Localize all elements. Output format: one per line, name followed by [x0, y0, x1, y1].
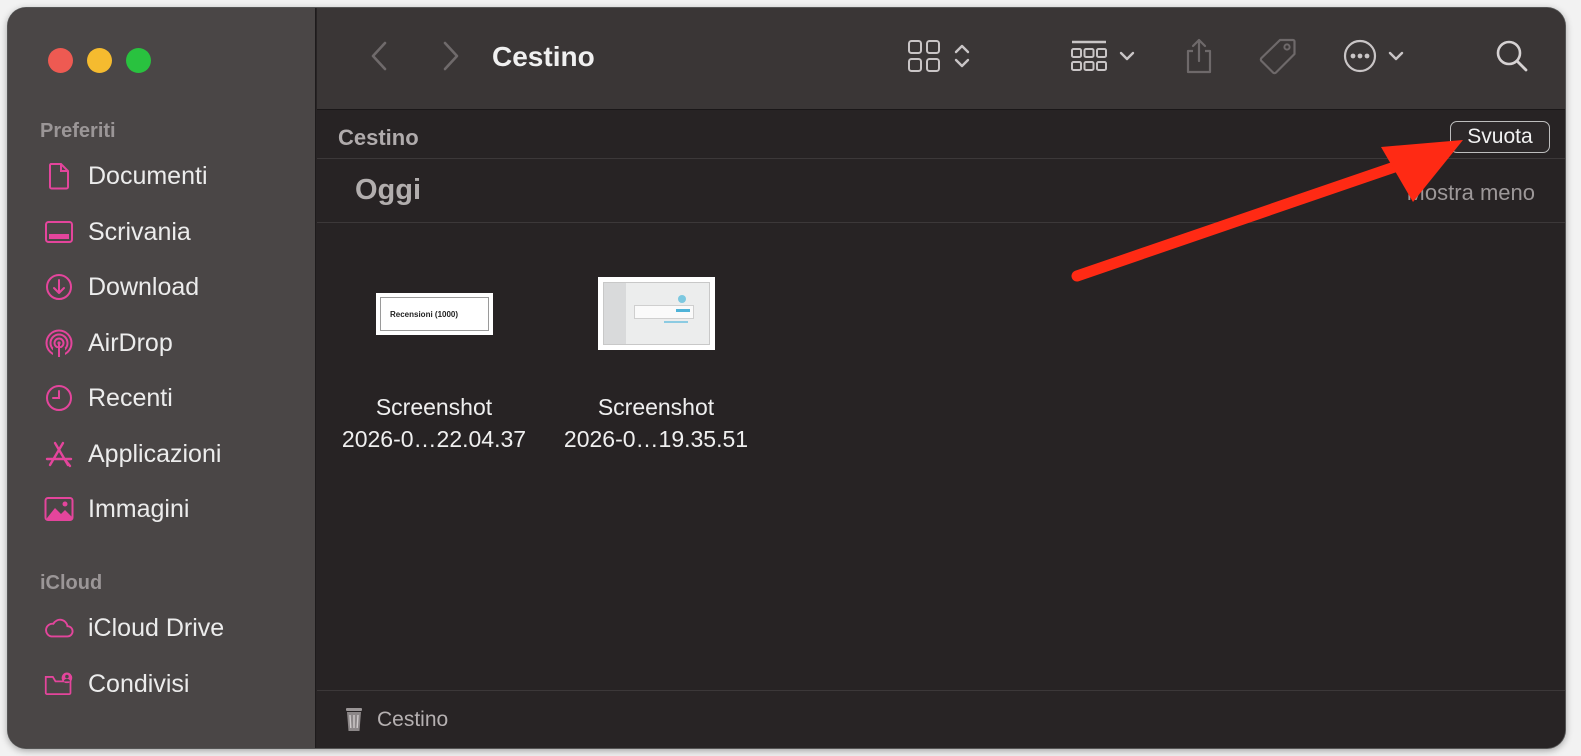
- sidebar-item-scrivania[interactable]: Scrivania: [44, 212, 304, 252]
- file-name-line2: 2026-0…19.35.51: [563, 426, 749, 452]
- group-header-today: Oggi Mostra meno: [317, 160, 1565, 223]
- file-item[interactable]: Screenshot 2026-0…22.04.37: [324, 391, 544, 455]
- minimize-window-button[interactable]: [87, 48, 112, 73]
- trash-icon: [343, 705, 365, 738]
- finder-window: Preferiti Documenti Scrivania Download A…: [8, 8, 1565, 748]
- grouped-grid-icon: [1070, 39, 1108, 78]
- document-icon: [44, 161, 74, 191]
- sidebar-item-airdrop[interactable]: AirDrop: [44, 323, 304, 363]
- share-button[interactable]: [1177, 36, 1221, 80]
- more-actions-button[interactable]: [1335, 36, 1413, 80]
- sidebar-item-recenti[interactable]: Recenti: [44, 378, 304, 418]
- sidebar-item-icloud-drive[interactable]: iCloud Drive: [44, 608, 304, 648]
- cloud-icon: [44, 613, 74, 643]
- ellipsis-circle-icon: [1343, 39, 1377, 78]
- applications-icon: [44, 439, 74, 469]
- sidebar-item-label: iCloud Drive: [88, 613, 225, 642]
- trash-header-bar: Cestino Svuota: [317, 111, 1565, 159]
- chevron-right-icon: [441, 40, 461, 77]
- tag-button[interactable]: [1253, 36, 1303, 80]
- sidebar-item-label: Condivisi: [88, 669, 190, 698]
- icloud-header: iCloud: [40, 572, 103, 594]
- clock-icon: [44, 383, 74, 413]
- sidebar-item-label: Immagini: [88, 494, 190, 523]
- share-icon: [1183, 37, 1215, 80]
- favorites-header: Preferiti: [40, 120, 116, 142]
- group-by-button[interactable]: [1061, 36, 1145, 80]
- file-thumbnail[interactable]: Recensioni (1000): [376, 293, 493, 335]
- chevron-down-icon: [1118, 49, 1136, 68]
- airdrop-icon: [44, 328, 74, 358]
- sidebar-item-documenti[interactable]: Documenti: [44, 156, 304, 196]
- back-button[interactable]: [359, 36, 399, 80]
- sidebar-item-download[interactable]: Download: [44, 267, 304, 307]
- window-title: Cestino: [492, 41, 595, 72]
- group-title: Oggi: [355, 174, 422, 206]
- close-window-button[interactable]: [48, 48, 73, 73]
- file-thumbnail[interactable]: [598, 277, 715, 350]
- download-icon: [44, 272, 74, 302]
- search-icon: [1495, 39, 1529, 78]
- forward-button[interactable]: [431, 36, 471, 80]
- sidebar-item-label: Scrivania: [88, 217, 191, 246]
- search-button[interactable]: [1489, 36, 1535, 80]
- file-item[interactable]: Screenshot 2026-0…19.35.51: [546, 391, 766, 455]
- tag-icon: [1258, 36, 1298, 81]
- window-controls: [48, 48, 151, 73]
- chevron-left-icon: [369, 40, 389, 77]
- desktop-icon: [44, 217, 74, 247]
- sidebar-item-condivisi[interactable]: Condivisi: [44, 664, 304, 704]
- sidebar-item-label: Download: [88, 272, 200, 301]
- status-text: Cestino: [377, 708, 449, 731]
- chevron-updown-icon: [953, 41, 971, 76]
- shared-folder-icon: [44, 669, 74, 699]
- status-bar: Cestino: [317, 690, 1565, 748]
- empty-trash-button[interactable]: Svuota: [1450, 121, 1550, 153]
- sidebar-item-label: Applicazioni: [88, 439, 222, 468]
- file-name-line1: Screenshot: [597, 394, 715, 420]
- trash-title: Cestino: [338, 125, 419, 150]
- zoom-window-button[interactable]: [126, 48, 151, 73]
- chevron-down-icon: [1387, 49, 1405, 68]
- sidebar-item-label: Documenti: [88, 161, 208, 190]
- file-name-line1: Screenshot: [375, 394, 493, 420]
- sidebar-item-applicazioni[interactable]: Applicazioni: [44, 434, 304, 474]
- sidebar-item-immagini[interactable]: Immagini: [44, 489, 304, 529]
- sidebar-item-label: AirDrop: [88, 328, 173, 357]
- toolbar: Cestino: [317, 8, 1565, 110]
- sidebar: Preferiti Documenti Scrivania Download A…: [8, 8, 316, 748]
- sidebar-item-label: Recenti: [88, 383, 173, 412]
- file-name-line2: 2026-0…22.04.37: [341, 426, 527, 452]
- view-mode-button[interactable]: [899, 36, 979, 80]
- show-less-link[interactable]: Mostra meno: [1407, 180, 1535, 206]
- photo-icon: [44, 494, 74, 524]
- icon-grid-icon: [907, 39, 941, 78]
- thumbnail-text: Recensioni (1000): [390, 309, 459, 319]
